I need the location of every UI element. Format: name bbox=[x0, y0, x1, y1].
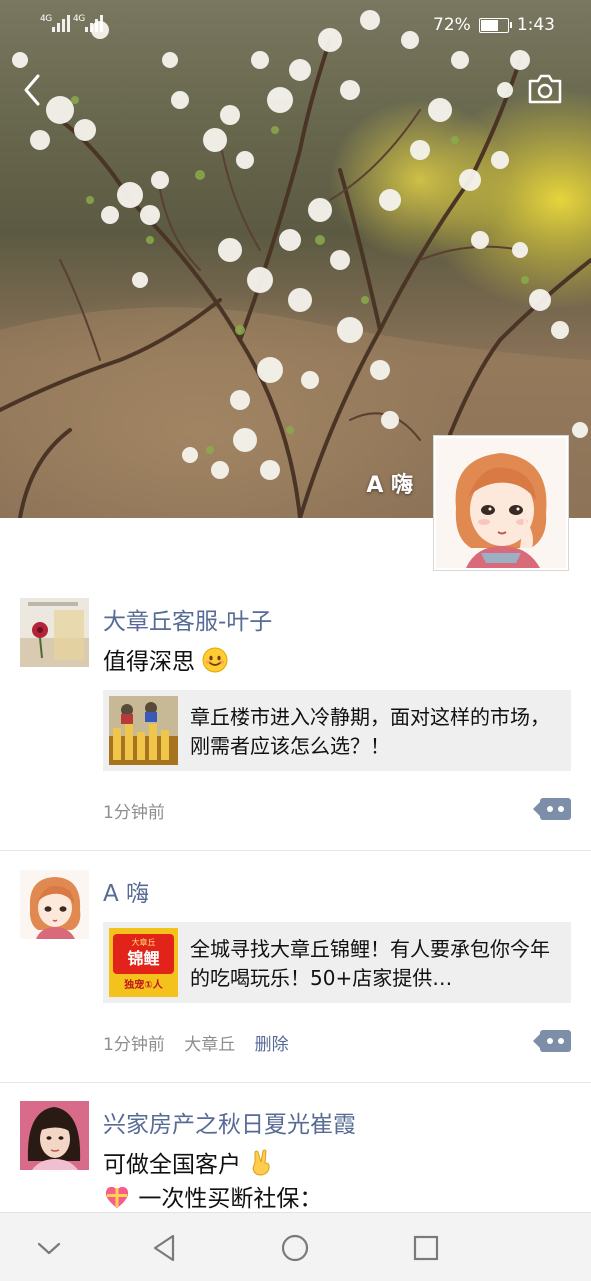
koi-promo-image: 大章丘 锦鲤 独宠①人 bbox=[109, 928, 178, 997]
post-text-line-2: 一次性买断社保： bbox=[103, 1179, 322, 1213]
chevron-left-icon bbox=[24, 74, 40, 106]
post-text-line-1: 可做全国客户 bbox=[103, 1145, 274, 1179]
post-avatar[interactable] bbox=[20, 598, 89, 667]
triangle-back-icon bbox=[153, 1234, 175, 1262]
signal-label-2: 4G bbox=[73, 14, 85, 24]
smile-emoji-icon bbox=[202, 647, 228, 673]
link-card[interactable]: 章丘楼市进入冷静期，面对这样的市场，刚需者应该怎么选？！ bbox=[103, 690, 571, 771]
link-thumbnail: 大章丘 锦鲤 独宠①人 bbox=[109, 928, 178, 997]
collapse-nav-button[interactable] bbox=[32, 1231, 66, 1265]
status-bar: 4G 4G 72% 1:43 bbox=[0, 0, 591, 50]
thumb-bottom-text: 独宠①人 bbox=[124, 978, 163, 991]
thumb-main-text: 锦鲤 bbox=[127, 949, 159, 968]
divider bbox=[0, 1082, 591, 1083]
flower-avatar-image bbox=[20, 598, 89, 667]
system-back-button[interactable] bbox=[147, 1231, 181, 1265]
battery-percent: 72% bbox=[433, 15, 471, 35]
gift-heart-icon bbox=[105, 1186, 129, 1208]
post-avatar[interactable] bbox=[20, 1101, 89, 1170]
system-home-button[interactable] bbox=[278, 1231, 312, 1265]
back-button[interactable] bbox=[18, 70, 48, 110]
camera-icon bbox=[528, 74, 562, 104]
post-author-name[interactable]: A 嗨 bbox=[103, 874, 149, 908]
signal-bars-icon-2 bbox=[85, 14, 105, 32]
victory-hand-icon bbox=[252, 1149, 270, 1176]
post-meta: 1分钟前 bbox=[103, 798, 179, 823]
link-title: 全城寻找大章丘锦鲤！有人要承包你今年的吃喝玩乐！50+店家提供… bbox=[190, 937, 550, 990]
post-avatar[interactable] bbox=[20, 870, 89, 939]
signal-bars-icon-1 bbox=[52, 14, 72, 32]
camera-button[interactable] bbox=[526, 72, 564, 106]
post-location[interactable]: 大章丘 bbox=[184, 1035, 235, 1055]
comment-button[interactable] bbox=[533, 1030, 571, 1052]
link-card[interactable]: 大章丘 锦鲤 独宠①人 全城寻找大章丘锦鲤！有人要承包你今年的吃喝玩乐！50+店… bbox=[103, 922, 571, 1003]
clock: 1:43 bbox=[516, 15, 555, 35]
delete-link[interactable]: 删除 bbox=[255, 1035, 289, 1055]
divider bbox=[0, 850, 591, 851]
circle-home-icon bbox=[281, 1234, 309, 1262]
woman-photo-avatar bbox=[20, 1101, 89, 1170]
post-text: 值得深思 bbox=[103, 642, 228, 676]
post-author-name[interactable]: 大章丘客服-叶子 bbox=[103, 602, 272, 636]
system-recents-button[interactable] bbox=[409, 1231, 443, 1265]
system-nav-bar bbox=[0, 1212, 591, 1281]
housing-article-image bbox=[109, 696, 178, 765]
link-thumbnail bbox=[109, 696, 178, 765]
post-time: 1分钟前 bbox=[103, 1035, 165, 1055]
chevron-down-icon bbox=[37, 1242, 61, 1255]
post-time: 1分钟前 bbox=[103, 803, 165, 823]
battery-icon bbox=[478, 17, 512, 33]
thumb-top-text: 大章丘 bbox=[132, 937, 156, 947]
profile-avatar[interactable] bbox=[433, 435, 569, 571]
cartoon-girl-avatar bbox=[20, 870, 89, 939]
post-meta: 1分钟前 大章丘 删除 bbox=[103, 1030, 303, 1055]
profile-name[interactable]: A 嗨 bbox=[366, 467, 413, 499]
cartoon-girl-avatar bbox=[436, 438, 566, 568]
link-title: 章丘楼市进入冷静期，面对这样的市场，刚需者应该怎么选？！ bbox=[190, 705, 550, 758]
comment-button[interactable] bbox=[533, 798, 571, 820]
post-author-name[interactable]: 兴家房产之秋日夏光崔霞 bbox=[103, 1105, 356, 1139]
square-recents-icon bbox=[413, 1235, 439, 1261]
signal-label-1: 4G bbox=[40, 14, 52, 24]
